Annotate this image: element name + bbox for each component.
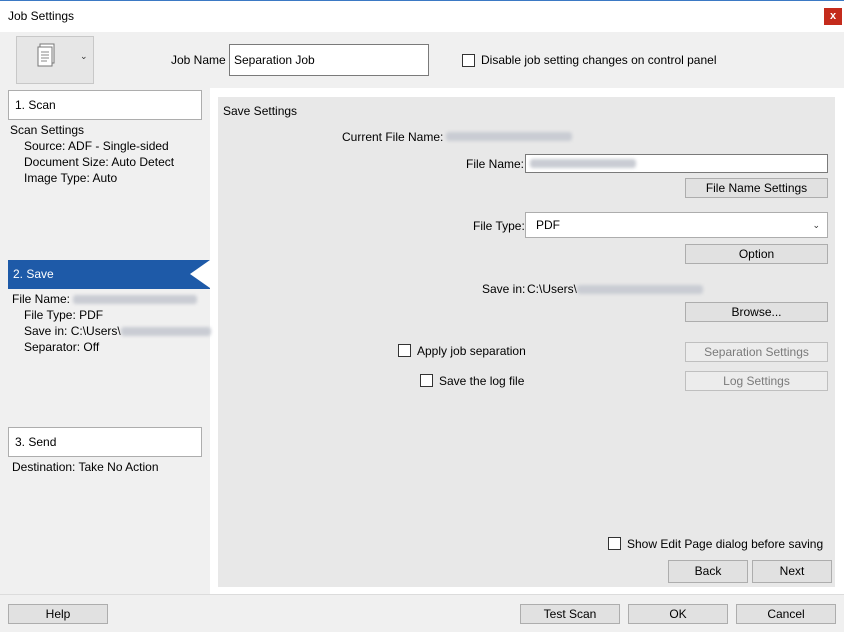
save-location: Save in: C:\Users\ xyxy=(24,324,211,338)
redacted-text xyxy=(446,132,572,141)
help-button[interactable]: Help xyxy=(8,604,108,624)
show-edit-page-checkbox[interactable] xyxy=(608,537,621,550)
redacted-text xyxy=(530,159,636,169)
close-button[interactable]: x xyxy=(824,8,842,25)
file-type-value: PDF xyxy=(536,218,560,232)
document-icon xyxy=(37,43,55,67)
step-scan[interactable]: 1. Scan xyxy=(8,90,202,120)
save-in-path: C:\Users\ xyxy=(527,282,704,296)
scan-document-size: Document Size: Auto Detect xyxy=(24,155,175,169)
save-file-name-label: File Name: xyxy=(12,292,71,306)
active-step-pointer xyxy=(190,260,210,288)
redacted-text xyxy=(120,327,211,337)
test-scan-button[interactable]: Test Scan xyxy=(520,604,620,624)
file-type-label: File Type: xyxy=(473,219,525,233)
chevron-down-icon: ⌄ xyxy=(80,51,88,61)
save-in-label: Save in: xyxy=(482,282,526,296)
option-button[interactable]: Option xyxy=(685,244,828,264)
chevron-down-icon: ⌄ xyxy=(812,220,820,230)
separation-settings-button[interactable]: Separation Settings xyxy=(685,342,828,362)
file-name-settings-button[interactable]: File Name Settings xyxy=(685,178,828,198)
next-button[interactable]: Next xyxy=(752,560,832,583)
ok-button[interactable]: OK xyxy=(628,604,728,624)
job-name-input[interactable]: Separation Job xyxy=(229,44,429,76)
file-name-input[interactable] xyxy=(525,154,828,173)
window-title: Job Settings xyxy=(8,9,75,23)
save-in-prefix: C:\Users\ xyxy=(527,282,578,296)
save-file-type: File Type: PDF xyxy=(24,308,104,322)
disable-changes-checkbox[interactable] xyxy=(462,54,475,67)
save-file-name: File Name: xyxy=(12,292,198,306)
log-settings-button[interactable]: Log Settings xyxy=(685,371,828,391)
step-save[interactable]: 2. Save xyxy=(8,260,210,289)
show-edit-page-label: Show Edit Page dialog before saving xyxy=(627,537,824,551)
back-button[interactable]: Back xyxy=(668,560,748,583)
disable-changes-label: Disable job setting changes on control p… xyxy=(481,53,717,67)
save-separator: Separator: Off xyxy=(24,340,100,354)
redacted-text xyxy=(73,295,198,305)
save-settings-heading: Save Settings xyxy=(223,104,298,118)
scan-settings-heading: Scan Settings xyxy=(10,123,85,137)
apply-separation-checkbox[interactable] xyxy=(398,344,411,357)
current-file-name-label: Current File Name: xyxy=(342,130,444,144)
title-bar xyxy=(0,0,844,32)
redacted-text xyxy=(577,285,704,295)
apply-separation-label: Apply job separation xyxy=(417,344,526,358)
browse-button[interactable]: Browse... xyxy=(685,302,828,322)
send-destination: Destination: Take No Action xyxy=(12,460,159,474)
file-name-label: File Name: xyxy=(466,157,525,171)
job-name-label: Job Name xyxy=(171,53,226,67)
save-location-label: Save in: xyxy=(24,324,68,338)
save-log-label: Save the log file xyxy=(439,374,525,388)
file-type-select[interactable]: PDF ⌄ xyxy=(525,212,828,238)
save-location-prefix: C:\Users\ xyxy=(70,324,121,338)
scan-image-type: Image Type: Auto xyxy=(24,171,118,185)
step-send[interactable]: 3. Send xyxy=(8,427,202,457)
cancel-button[interactable]: Cancel xyxy=(736,604,836,624)
scan-source: Source: ADF - Single-sided xyxy=(24,139,169,153)
save-log-checkbox[interactable] xyxy=(420,374,433,387)
